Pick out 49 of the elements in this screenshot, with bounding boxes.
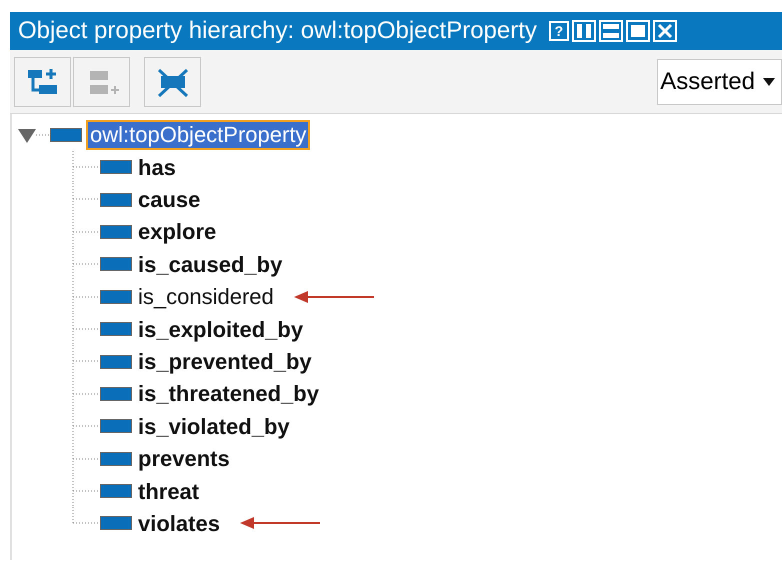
property-icon bbox=[100, 419, 132, 434]
add-child-button[interactable] bbox=[14, 56, 71, 106]
tree-line bbox=[36, 133, 50, 137]
tree-item[interactable]: is_exploited_by bbox=[138, 312, 304, 346]
property-icon bbox=[100, 386, 132, 401]
tree-item[interactable]: is_threatened_by bbox=[138, 377, 319, 410]
property-icon bbox=[100, 516, 132, 530]
tree-line bbox=[72, 151, 100, 183]
tree-line bbox=[72, 442, 100, 475]
tree-line bbox=[72, 312, 100, 345]
help-button[interactable]: ? bbox=[548, 21, 569, 41]
split-horizontal-icon[interactable] bbox=[598, 20, 623, 42]
tree-item[interactable]: is_prevented_by bbox=[138, 345, 312, 378]
property-icon bbox=[100, 224, 132, 239]
tree-line bbox=[72, 378, 100, 410]
window-title: Object property hierarchy: owl:topObjectProperty bbox=[18, 16, 537, 46]
tree-item[interactable]: explore bbox=[138, 215, 216, 248]
property-icon bbox=[100, 452, 132, 466]
tree-item[interactable]: is_caused_by bbox=[138, 248, 282, 281]
tree-item[interactable]: has bbox=[138, 150, 176, 184]
expand-icon[interactable] bbox=[18, 127, 36, 143]
property-icon bbox=[100, 484, 132, 498]
tree-item[interactable]: threat bbox=[138, 474, 200, 508]
property-icon bbox=[100, 160, 132, 174]
caret-icon bbox=[763, 78, 775, 86]
tree-item[interactable]: violates bbox=[138, 507, 220, 540]
dropdown-value: Asserted bbox=[660, 66, 755, 96]
tree-item[interactable]: is_considered bbox=[138, 280, 274, 314]
property-icon bbox=[100, 257, 132, 272]
view-dropdown[interactable]: Asserted bbox=[657, 58, 782, 104]
property-icon bbox=[100, 192, 132, 207]
tree-line bbox=[72, 248, 100, 280]
split-vertical-icon[interactable] bbox=[572, 20, 596, 42]
tree-item[interactable]: cause bbox=[138, 183, 200, 216]
tree-line bbox=[72, 410, 100, 442]
tree-line bbox=[72, 216, 100, 248]
tree-item[interactable]: owl:topObjectProperty bbox=[86, 120, 310, 150]
tree-item[interactable]: is_violated_by bbox=[138, 410, 290, 443]
property-icon bbox=[100, 322, 132, 336]
property-icon bbox=[50, 128, 82, 142]
property-icon bbox=[100, 290, 132, 304]
delete-button[interactable] bbox=[144, 56, 201, 106]
maximize-icon[interactable] bbox=[626, 20, 650, 42]
tree-line bbox=[72, 280, 100, 313]
close-icon[interactable] bbox=[652, 20, 677, 42]
tree-item[interactable]: prevents bbox=[138, 442, 230, 476]
tree-line bbox=[72, 183, 100, 216]
tree-line bbox=[72, 345, 100, 378]
property-icon bbox=[100, 354, 132, 369]
